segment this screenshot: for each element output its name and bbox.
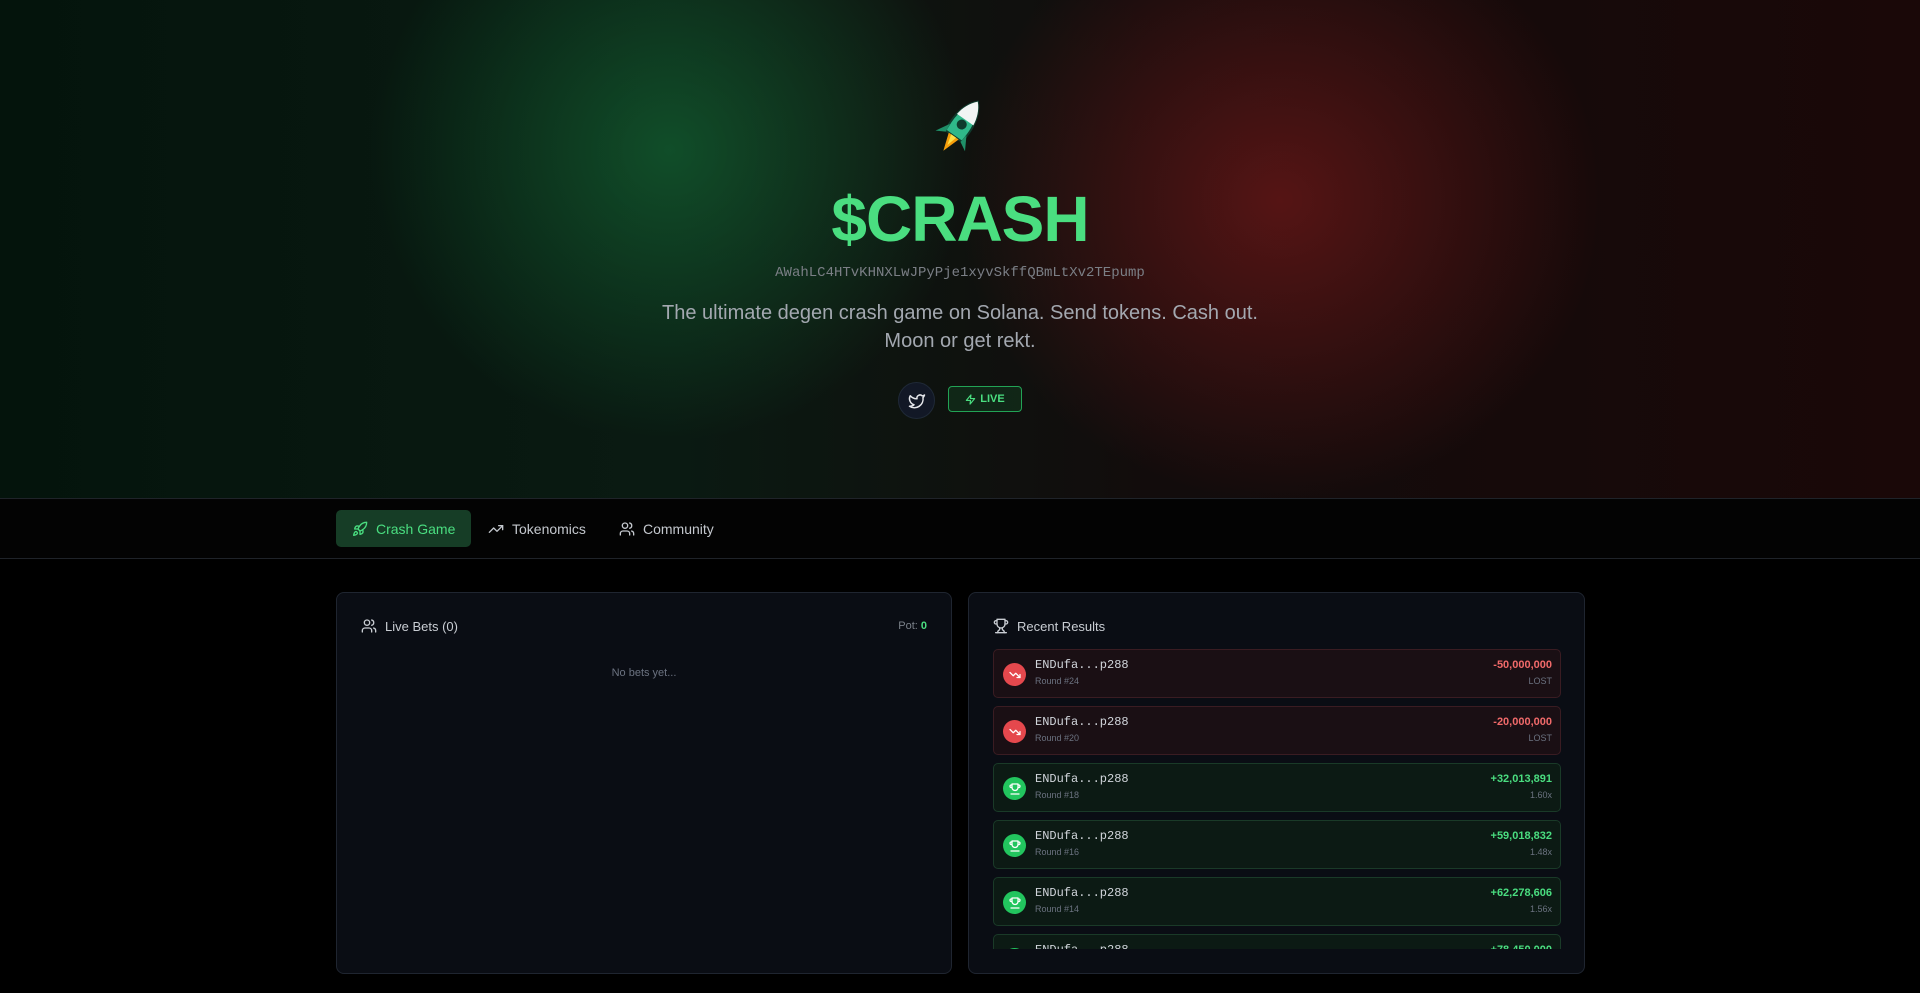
result-round: Round #18 xyxy=(1035,790,1080,800)
tab-crash-game[interactable]: Crash Game xyxy=(336,510,472,547)
tab-bar: Crash Game Tokenomics Community xyxy=(0,499,1920,559)
loss-badge xyxy=(1003,720,1026,743)
result-round: Round #16 xyxy=(1035,847,1080,857)
live-bets-title: Live Bets (0) xyxy=(385,618,458,634)
pot-label: Pot: xyxy=(898,620,918,632)
tab-label: Community xyxy=(643,520,714,537)
result-address: ENDufa...p288 xyxy=(1035,658,1129,672)
result-amount: -50,000,000 xyxy=(1493,659,1552,671)
page-title: $CRASH xyxy=(831,183,1089,255)
result-row: ENDufa...p288 Round #16 +59,018,832 1.48x xyxy=(993,820,1561,869)
pot-value: 0 xyxy=(920,620,927,632)
result-outcome: LOST xyxy=(1528,733,1552,743)
win-badge xyxy=(1003,834,1026,857)
recent-results-header: Recent Results xyxy=(993,618,1105,634)
tab-label: Crash Game xyxy=(376,520,456,537)
result-row: ENDufa...p288 Round #14 +62,278,606 1.56x xyxy=(993,877,1561,926)
result-round: Round #24 xyxy=(1035,676,1080,686)
result-address: ENDufa...p288 xyxy=(1035,829,1129,843)
trophy-icon xyxy=(1008,839,1021,852)
win-badge xyxy=(1003,891,1026,914)
live-badge: LIVE xyxy=(948,386,1022,412)
rocket-icon xyxy=(353,521,368,536)
users-icon xyxy=(619,521,635,536)
trending-down-icon xyxy=(1008,728,1021,735)
result-amount: +59,018,832 xyxy=(1490,830,1552,842)
result-outcome: 1.56x xyxy=(1529,904,1552,914)
result-row: ENDufa...p288 Round #24 -50,000,000 LOST xyxy=(993,649,1561,698)
result-address: ENDufa...p288 xyxy=(1035,772,1129,786)
result-round: Round #20 xyxy=(1035,733,1080,743)
users-icon xyxy=(361,619,377,633)
result-amount: +78,450,000 xyxy=(1491,944,1552,949)
result-address: ENDufa...p288 xyxy=(1035,715,1129,729)
live-label: LIVE xyxy=(980,393,1005,405)
win-badge xyxy=(1003,777,1026,800)
results-list[interactable]: ENDufa...p288 Round #24 -50,000,000 LOST END… xyxy=(993,649,1561,949)
win-badge xyxy=(1003,948,1026,949)
empty-bets-text: No bets yet... xyxy=(611,667,677,679)
twitter-button[interactable] xyxy=(898,382,935,419)
rocket-logo-icon xyxy=(935,100,980,152)
recent-results-panel: Recent Results ENDufa...p288 Round #24 -50… xyxy=(968,592,1585,974)
trending-up-icon xyxy=(488,524,504,533)
result-address: ENDufa...p288 xyxy=(1035,886,1129,900)
pot-display: Pot: 0 xyxy=(898,620,927,632)
zap-icon xyxy=(966,393,976,405)
twitter-icon xyxy=(908,393,925,408)
recent-results-title: Recent Results xyxy=(1017,618,1106,634)
tab-community[interactable]: Community xyxy=(603,510,730,547)
result-row: ENDufa...p288 Round #20 -20,000,000 LOST xyxy=(993,706,1561,755)
loss-badge xyxy=(1003,663,1026,686)
live-bets-header: Live Bets (0) xyxy=(361,618,458,634)
live-bets-panel: Live Bets (0) Pot: 0 No bets yet... xyxy=(336,592,952,974)
result-address: ENDufa...p288 xyxy=(1035,943,1129,949)
trending-down-icon xyxy=(1008,671,1021,678)
result-outcome: 1.60x xyxy=(1529,790,1552,800)
trophy-icon xyxy=(1008,782,1021,795)
trophy-icon xyxy=(993,618,1009,634)
tab-label: Tokenomics xyxy=(512,520,586,537)
result-outcome: 1.48x xyxy=(1529,847,1552,857)
result-amount: +32,013,891 xyxy=(1490,773,1552,785)
result-amount: +62,278,606 xyxy=(1490,887,1552,899)
result-row: ENDufa...p288 Round #18 +32,013,891 1.60x xyxy=(993,763,1561,812)
result-round: Round #14 xyxy=(1035,904,1080,914)
tagline: The ultimate degen crash game on Solana.… xyxy=(662,302,1258,352)
contract-address[interactable]: AWahLC4HTvKHNXLwJPyPje1xyvSkffQBmLtXv2TE… xyxy=(0,265,1920,281)
result-outcome: LOST xyxy=(1528,676,1552,686)
tab-tokenomics[interactable]: Tokenomics xyxy=(472,510,602,547)
result-amount: -20,000,000 xyxy=(1493,716,1552,728)
trophy-icon xyxy=(1008,896,1021,909)
result-row: ENDufa...p288 +78,450,000 xyxy=(993,934,1561,949)
